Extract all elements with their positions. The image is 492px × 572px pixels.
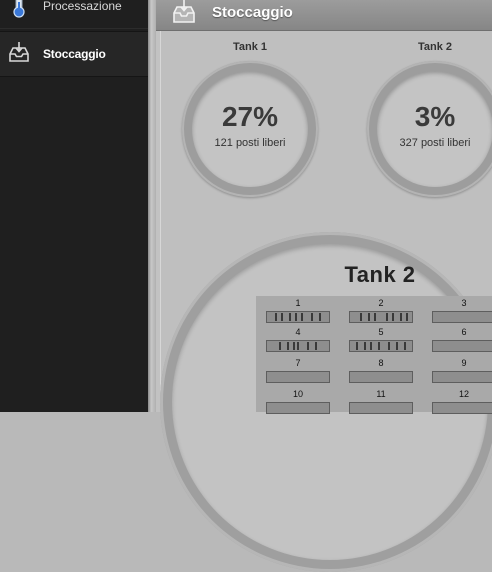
slot-empty [432, 402, 492, 414]
slot-empty [349, 402, 413, 414]
slot-number: 3 [461, 298, 467, 308]
slot-number: 10 [292, 389, 303, 399]
slot-empty [266, 371, 330, 383]
tank-1-free-slots: 121 posti liberi [214, 137, 286, 149]
slot-number: 2 [378, 298, 384, 308]
slot-empty [432, 371, 492, 383]
slot-1[interactable]: 1 [262, 298, 334, 326]
slot-number: 11 [376, 389, 386, 399]
slot-number: 8 [378, 358, 384, 368]
slot-3[interactable]: 3 [428, 298, 492, 326]
slot-empty [349, 371, 413, 383]
slot-barcode [349, 340, 413, 352]
slot-number: 5 [378, 327, 384, 337]
slot-number: 4 [295, 327, 301, 337]
tank-2-gauge[interactable]: 3% 327 posti liberi [367, 61, 492, 197]
gauge-face: 3% 327 posti liberi [377, 71, 492, 187]
slot-2[interactable]: 2 [345, 298, 417, 326]
slot-6[interactable]: 6 [428, 327, 492, 355]
slot-5[interactable]: 5 [345, 327, 417, 355]
slot-7[interactable]: 7 [262, 358, 334, 386]
slot-11[interactable]: 11 [345, 389, 417, 417]
tank-2-free-slots: 327 posti liberi [399, 137, 471, 149]
slot-number: 7 [295, 358, 301, 368]
slot-4[interactable]: 4 [262, 327, 334, 355]
slot-empty [432, 340, 492, 352]
thermometer-icon [13, 0, 25, 18]
slot-number: 6 [461, 327, 467, 337]
slot-number: 12 [458, 389, 469, 399]
sidebar-divider[interactable] [148, 0, 156, 412]
sidebar-item-processazione[interactable]: Processazione [0, 0, 148, 29]
tank-2-percent: 3% [414, 101, 456, 132]
gauge-face: 27% 121 posti liberi [192, 71, 308, 187]
slot-empty [266, 402, 330, 414]
tank-1-percent: 27% [221, 101, 279, 132]
slot-number: 1 [295, 298, 301, 308]
sidebar-item-label: Processazione [43, 0, 122, 13]
slot-12[interactable]: 12 [428, 389, 492, 417]
slot-grid: 1 2 3 4 5 6 7 8 9 10 11 12 [256, 296, 492, 414]
slot-barcode [266, 340, 330, 352]
sidebar-item-stoccaggio[interactable]: Stoccaggio [0, 31, 148, 77]
slot-barcode [349, 311, 413, 323]
tank-2-label: Tank 2 [417, 41, 453, 53]
tank-detail-title: Tank 2 [344, 262, 416, 287]
tank-1-label: Tank 1 [232, 41, 268, 53]
tank-1-gauge[interactable]: 27% 121 posti liberi [182, 61, 318, 197]
slot-9[interactable]: 9 [428, 358, 492, 386]
slot-8[interactable]: 8 [345, 358, 417, 386]
sidebar: Processazione Stoccaggio [0, 0, 148, 412]
slot-number: 9 [461, 358, 467, 368]
page-header: Stoccaggio [156, 0, 492, 31]
page-title: Stoccaggio [212, 4, 293, 21]
slot-barcode [266, 311, 330, 323]
slot-empty [432, 311, 492, 323]
inbox-tray-icon [9, 42, 29, 62]
inbox-tray-icon [173, 0, 195, 23]
slot-10[interactable]: 10 [262, 389, 334, 417]
sidebar-item-label: Stoccaggio [43, 47, 106, 61]
